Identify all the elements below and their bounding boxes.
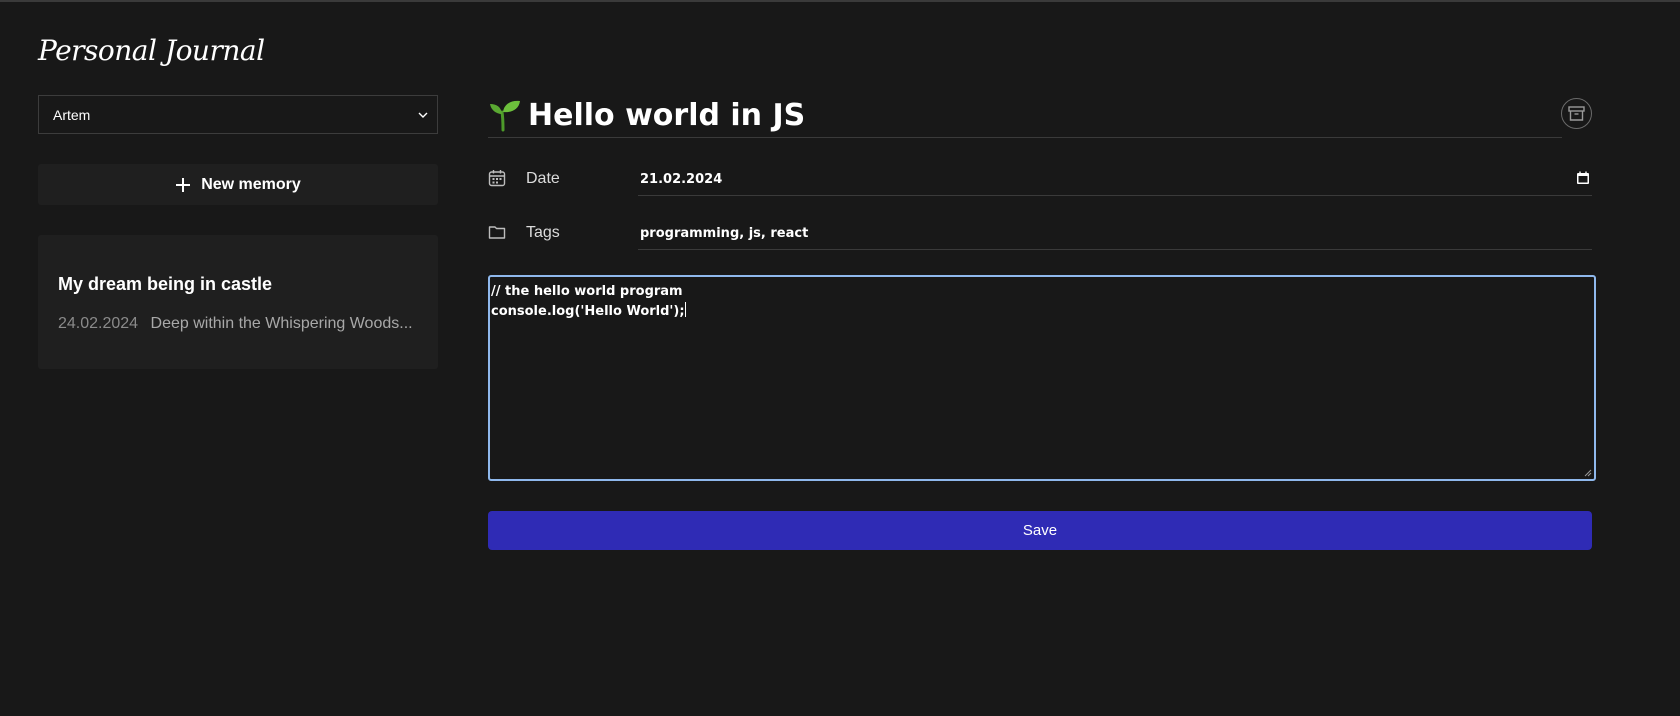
tags-row: Tags programming, js, react bbox=[488, 217, 1592, 251]
memory-card[interactable]: My dream being in castle 24.02.2024 Deep… bbox=[38, 235, 438, 369]
user-select[interactable]: Artem bbox=[38, 95, 438, 134]
tags-label: Tags bbox=[526, 224, 560, 241]
date-input[interactable]: 21.02.2024 bbox=[638, 163, 1592, 196]
archive-button[interactable] bbox=[1561, 98, 1592, 129]
plus-icon bbox=[176, 177, 191, 192]
top-border bbox=[0, 0, 1680, 2]
entry-title: Hello world in JS bbox=[528, 97, 806, 133]
calendar-icon bbox=[488, 170, 506, 187]
memory-meta: 24.02.2024 Deep within the Whispering Wo… bbox=[58, 315, 413, 333]
content-line: console.log('Hello World'); bbox=[491, 304, 685, 319]
memory-excerpt: Deep within the Whispering Woods... bbox=[150, 315, 413, 332]
memory-date: 24.02.2024 bbox=[58, 315, 139, 332]
text-caret bbox=[684, 302, 686, 317]
entry-content-textarea[interactable]: // the hello world program console.log('… bbox=[488, 275, 1596, 481]
app-logo: Personal Journal bbox=[38, 34, 265, 67]
save-button[interactable]: Save bbox=[488, 511, 1592, 550]
archive-icon bbox=[1568, 106, 1585, 121]
new-memory-button[interactable]: New memory bbox=[38, 164, 438, 205]
content-line-with-caret: console.log('Hello World'); bbox=[491, 302, 1593, 322]
folder-icon bbox=[488, 226, 506, 239]
tags-input[interactable]: programming, js, react bbox=[638, 217, 1592, 250]
entry-title-field[interactable]: Hello world in JS bbox=[488, 93, 1562, 138]
resize-handle-icon[interactable] bbox=[1584, 469, 1592, 477]
user-select-value: Artem bbox=[53, 106, 91, 123]
chevron-down-icon bbox=[418, 112, 428, 118]
memory-title: My dream being in castle bbox=[58, 274, 273, 294]
tags-value: programming, js, react bbox=[640, 226, 809, 241]
date-row: Date 21.02.2024 bbox=[488, 163, 1592, 197]
sprout-icon bbox=[490, 100, 520, 132]
date-value: 21.02.2024 bbox=[640, 172, 723, 187]
new-memory-label: New memory bbox=[201, 175, 301, 193]
date-label: Date bbox=[526, 170, 560, 187]
date-picker-icon[interactable] bbox=[1576, 171, 1590, 185]
content-line: // the hello world program bbox=[491, 284, 683, 299]
